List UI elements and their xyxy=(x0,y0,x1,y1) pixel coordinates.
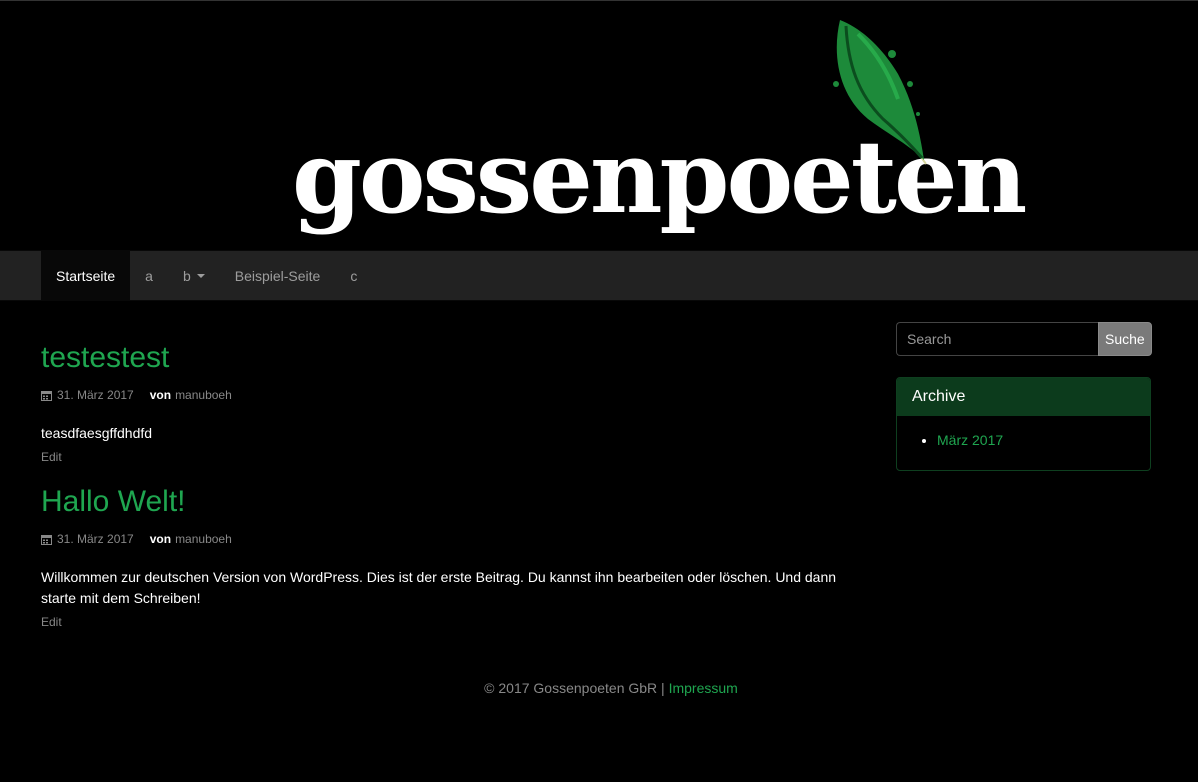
post-title-link[interactable]: testestest xyxy=(41,340,861,376)
archive-widget: Archive März 2017 xyxy=(896,377,1151,471)
footer-copyright: © 2017 Gossenpoeten GbR | xyxy=(484,680,669,696)
post-meta: 31. März 2017 von manuboeh xyxy=(41,388,861,402)
feather-quill-icon xyxy=(833,20,927,165)
caret-down-icon xyxy=(196,273,205,278)
nav-item-b-dropdown[interactable]: b xyxy=(168,251,220,300)
post-author-link[interactable]: manuboeh xyxy=(175,532,232,546)
edit-post-link[interactable]: Edit xyxy=(41,615,62,629)
post-date[interactable]: 31. März 2017 xyxy=(57,388,134,402)
post-title-link[interactable]: Hallo Welt! xyxy=(41,484,861,520)
site-footer: © 2017 Gossenpoeten GbR | Impressum xyxy=(0,680,1198,696)
nav-list: Startseite a b Beispiel-Seite c xyxy=(41,251,372,300)
nav-item-startseite[interactable]: Startseite xyxy=(41,251,131,300)
nav-item-label: b xyxy=(182,267,191,284)
search-input[interactable] xyxy=(896,322,1098,356)
main-navbar: Startseite a b Beispiel-Seite c xyxy=(0,250,1198,301)
archive-link-maerz-2017[interactable]: März 2017 xyxy=(937,432,1003,448)
nav-item-label: Beispiel-Seite xyxy=(234,267,321,284)
sidebar: Suche Archive März 2017 xyxy=(896,322,1152,471)
post-author-link[interactable]: manuboeh xyxy=(175,388,232,402)
list-item: März 2017 xyxy=(937,430,1135,450)
post-item: Hallo Welt! 31. März 2017 von manuboeh W… xyxy=(41,484,861,631)
post-list: testestest 31. März 2017 von manuboeh te… xyxy=(41,322,861,631)
post-by-label: von xyxy=(149,388,172,402)
nav-item-label: c xyxy=(350,267,358,284)
search-form: Suche xyxy=(896,322,1152,356)
nav-item-label: a xyxy=(145,267,153,284)
nav-item-a[interactable]: a xyxy=(130,251,168,300)
archive-widget-body: März 2017 xyxy=(897,416,1150,470)
post-content: Willkommen zur deutschen Version von Wor… xyxy=(41,569,837,606)
archive-list: März 2017 xyxy=(912,430,1135,450)
post-content: teasdfaesgffdhdfd xyxy=(41,425,153,441)
calendar-icon xyxy=(41,390,52,401)
post-meta: 31. März 2017 von manuboeh xyxy=(41,532,861,546)
nav-item-c[interactable]: c xyxy=(335,251,372,300)
post-item: testestest 31. März 2017 von manuboeh te… xyxy=(41,340,861,466)
site-header: gossenpoeten xyxy=(0,0,1198,250)
impressum-link[interactable]: Impressum xyxy=(669,680,738,696)
archive-widget-title: Archive xyxy=(897,378,1150,416)
site-logo-text[interactable]: gossenpoeten xyxy=(292,118,1027,236)
calendar-icon xyxy=(41,534,52,545)
edit-post-link[interactable]: Edit xyxy=(41,450,62,464)
post-by-label: von xyxy=(149,532,172,546)
post-date[interactable]: 31. März 2017 xyxy=(57,532,134,546)
search-button[interactable]: Suche xyxy=(1098,322,1152,356)
nav-item-beispiel-seite[interactable]: Beispiel-Seite xyxy=(220,251,336,300)
nav-item-label: Startseite xyxy=(56,267,116,284)
